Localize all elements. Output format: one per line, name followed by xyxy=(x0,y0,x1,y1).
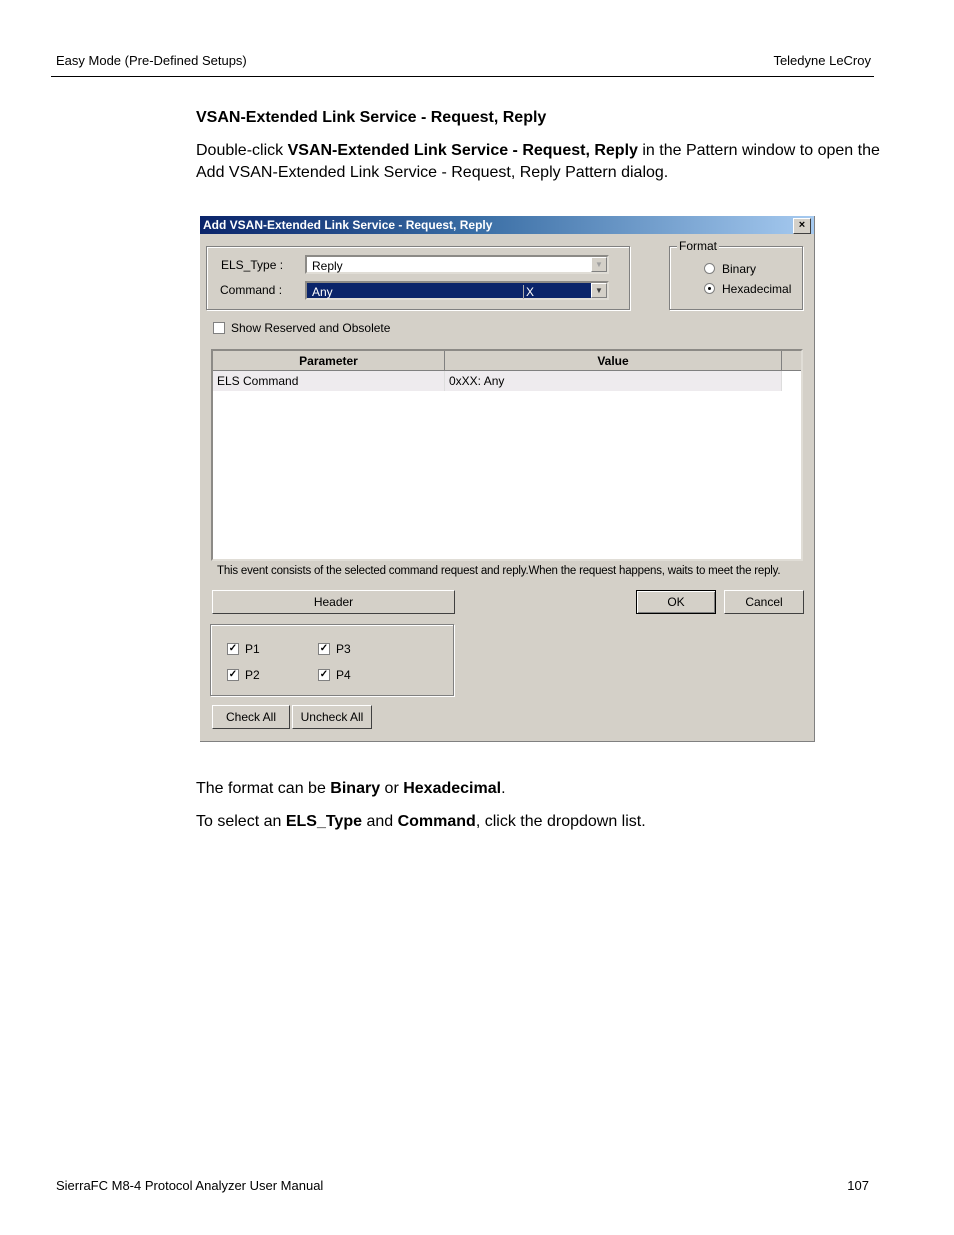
els-type-dropdown[interactable]: Reply ▼ xyxy=(305,255,609,274)
select-note: To select an ELS_Type and Command, click… xyxy=(196,811,886,833)
select-note-post: , click the dropdown list. xyxy=(475,813,646,830)
chevron-down-icon: ▼ xyxy=(591,283,607,298)
select-note-pre: To select an xyxy=(196,813,286,830)
format-note: The format can be Binary or Hexadecimal. xyxy=(196,778,886,800)
port-p2-label: P2 xyxy=(245,668,260,682)
port-p1-checkbox[interactable]: ✓ xyxy=(227,643,239,655)
els-type-value: Reply xyxy=(312,259,343,273)
add-vsan-els-dialog: Add VSAN-Extended Link Service - Request… xyxy=(200,216,815,742)
binary-label: Binary xyxy=(722,262,757,276)
port-p3-checkbox[interactable]: ✓ xyxy=(318,643,330,655)
port-p4-label: P4 xyxy=(336,668,351,682)
command-label: Command : xyxy=(220,283,283,297)
format-note-hex: Hexadecimal xyxy=(403,780,502,797)
select-note-command: Command xyxy=(397,813,476,830)
format-note-post: . xyxy=(501,780,506,797)
header-rule xyxy=(51,76,874,77)
binary-radio[interactable] xyxy=(704,263,715,274)
port-p1-label: P1 xyxy=(245,642,260,656)
section-title: VSAN-Extended Link Service - Request, Re… xyxy=(196,109,547,126)
hexadecimal-label: Hexadecimal xyxy=(722,282,792,296)
parameter-table: Parameter Value ELS Command 0xXX: Any xyxy=(211,349,803,561)
intro-pre: Double-click xyxy=(196,142,288,159)
show-reserved-label: Show Reserved and Obsolete xyxy=(231,321,391,335)
intro-paragraph: Double-click VSAN-Extended Link Service … xyxy=(196,140,886,184)
show-reserved-checkbox[interactable] xyxy=(213,322,225,334)
port-p2-checkbox[interactable]: ✓ xyxy=(227,669,239,681)
table-cell-parameter[interactable]: ELS Command xyxy=(213,371,445,391)
close-icon: × xyxy=(798,219,806,231)
chevron-down-icon: ▼ xyxy=(591,257,607,272)
command-dropdown[interactable]: Any X ▼ xyxy=(305,281,609,300)
port-p3-label: P3 xyxy=(336,642,351,656)
page-header-left: Easy Mode (Pre-Defined Setups) xyxy=(56,53,247,68)
close-button[interactable]: × xyxy=(793,218,811,234)
page-footer-left: SierraFC M8-4 Protocol Analyzer User Man… xyxy=(56,1178,324,1193)
uncheck-all-button[interactable]: Uncheck All xyxy=(292,705,372,729)
ok-button[interactable]: OK xyxy=(636,590,716,614)
cancel-button[interactable]: Cancel xyxy=(724,590,804,614)
header-button[interactable]: Header xyxy=(212,590,455,614)
format-note-mid: or xyxy=(380,780,404,797)
page-header-right: Teledyne LeCroy xyxy=(773,53,871,68)
column-header-parameter[interactable]: Parameter xyxy=(213,351,445,371)
page-number: 107 xyxy=(847,1178,869,1193)
column-header-value[interactable]: Value xyxy=(445,351,782,371)
ports-group xyxy=(210,624,454,696)
column-header-filler xyxy=(782,351,801,371)
format-note-binary: Binary xyxy=(330,780,381,797)
intro-bold: VSAN-Extended Link Service - Request, Re… xyxy=(287,142,638,159)
description-text: This event consists of the selected comm… xyxy=(217,565,781,577)
command-value: Any xyxy=(312,285,333,299)
table-cell-value[interactable]: 0xXX: Any xyxy=(445,371,782,391)
port-p4-checkbox[interactable]: ✓ xyxy=(318,669,330,681)
select-note-els-type: ELS_Type xyxy=(285,813,362,830)
format-group xyxy=(669,246,803,310)
format-note-pre: The format can be xyxy=(196,780,331,797)
dialog-titlebar: Add VSAN-Extended Link Service - Request… xyxy=(200,216,814,234)
select-note-mid: and xyxy=(362,813,398,830)
format-legend: Format xyxy=(677,239,720,253)
dialog-title: Add VSAN-Extended Link Service - Request… xyxy=(203,218,493,232)
command-mask: X xyxy=(523,285,534,299)
hexadecimal-radio[interactable] xyxy=(704,283,715,294)
els-type-label: ELS_Type : xyxy=(221,258,284,272)
check-all-button[interactable]: Check All xyxy=(212,705,290,729)
